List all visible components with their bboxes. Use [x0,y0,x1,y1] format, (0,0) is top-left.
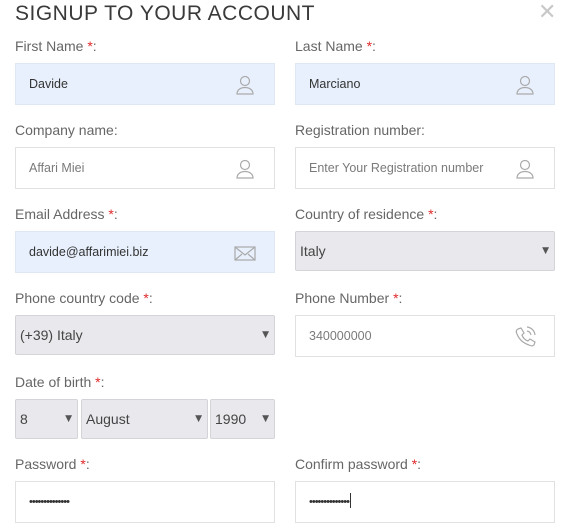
first-name-value: Davide [29,77,68,91]
dob-label: Date of birth *: [15,374,105,390]
phone-code-select[interactable]: (+39) Italy ▼ [15,315,275,355]
chevron-down-icon: ▼ [542,246,549,256]
confirm-password-value: •••••••••••••• [309,482,351,522]
password-field[interactable]: •••••••••••••• [15,481,275,523]
dob-month-selected: August [86,411,130,427]
phone-number-field[interactable]: 340000000 [295,315,555,357]
confirm-password-label: Confirm password *: [295,456,422,472]
chevron-down-icon: ▼ [262,330,269,340]
envelope-icon [234,242,256,264]
phone-number-placeholder: 340000000 [309,329,372,343]
last-name-value: Marciano [309,77,361,91]
page-title: SIGNUP TO YOUR ACCOUNT [15,2,316,25]
registration-number-field[interactable]: Enter Your Registration number [295,147,555,189]
dob-year-selected: 1990 [215,411,247,427]
first-name-field[interactable]: Davide [15,63,275,105]
first-name-label: First Name *: [15,38,97,54]
email-value: davide@affarimiei.biz [29,245,149,259]
user-icon [234,158,256,180]
phone-number-label: Phone Number *: [295,290,403,306]
confirm-password-field[interactable]: •••••••••••••• [295,481,555,523]
user-icon [514,74,536,96]
user-icon [514,158,536,180]
dob-year-select[interactable]: 1990 ▼ [210,399,275,439]
close-icon[interactable]: ✕ [538,2,556,24]
email-label: Email Address *: [15,206,118,222]
chevron-down-icon: ▼ [262,414,269,424]
country-label: Country of residence *: [295,206,438,222]
phone-code-selected: (+39) Italy [20,327,83,343]
registration-number-placeholder: Enter Your Registration number [309,161,484,175]
email-field[interactable]: davide@affarimiei.biz [15,231,275,273]
user-icon [234,74,256,96]
last-name-label: Last Name *: [295,38,376,54]
password-value: •••••••••••••• [29,496,70,508]
registration-number-label: Registration number: [295,122,425,138]
dob-day-select[interactable]: 8 ▼ [15,399,78,439]
last-name-field[interactable]: Marciano [295,63,555,105]
country-selected: Italy [300,243,326,259]
dob-month-select[interactable]: August ▼ [81,399,208,439]
company-name-placeholder: Affari Miei [29,161,85,175]
password-label: Password *: [15,456,90,472]
phone-icon [514,326,536,348]
country-select[interactable]: Italy ▼ [295,231,555,271]
text-cursor [349,493,351,508]
chevron-down-icon: ▼ [195,414,202,424]
phone-code-label: Phone country code *: [15,290,153,306]
company-name-field[interactable]: Affari Miei [15,147,275,189]
dob-day-selected: 8 [20,411,28,427]
chevron-down-icon: ▼ [65,414,72,424]
company-name-label: Company name: [15,122,118,138]
